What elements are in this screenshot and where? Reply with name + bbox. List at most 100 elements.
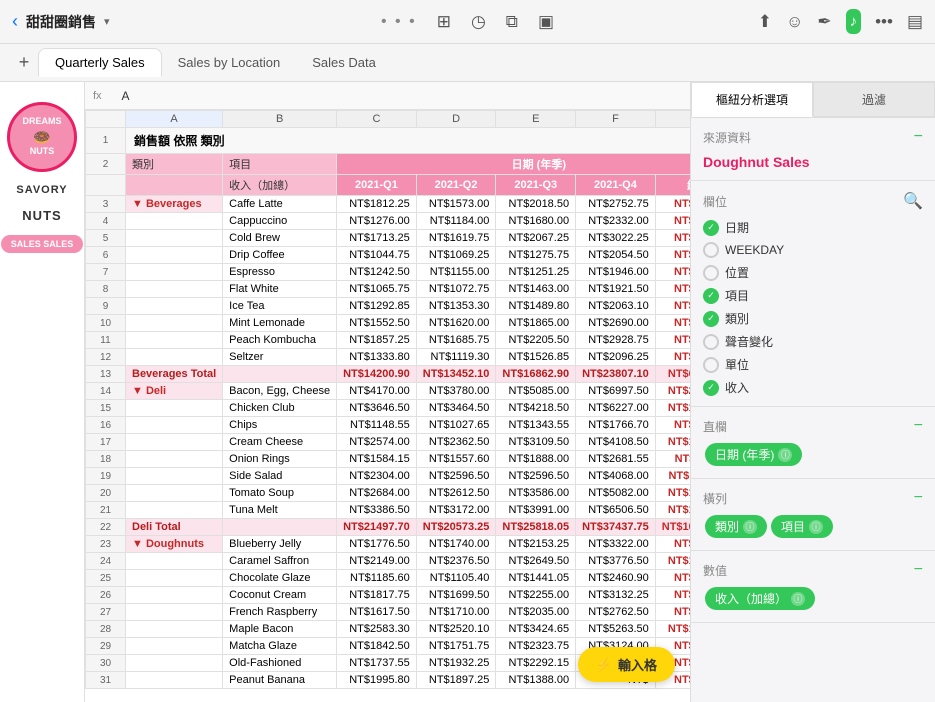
cell-q3[interactable]: NT$1680.00 [496, 213, 576, 230]
cell-total[interactable]: NT$7727.50 [655, 315, 690, 332]
cell-q1[interactable]: NT$14200.90 [337, 366, 417, 383]
cell-q3[interactable]: NT$25818.05 [496, 519, 576, 536]
cell-category[interactable]: ▼ Deli [126, 383, 223, 400]
col-header-b[interactable]: B [223, 111, 337, 128]
field-item[interactable]: 位置 [703, 264, 923, 281]
cell-q2[interactable]: NT$1897.25 [416, 672, 496, 689]
info-icon[interactable]: ⓘ [743, 520, 757, 534]
table-row[interactable]: 3▼ BeveragesCaffe LatteNT$1812.25NT$1573… [86, 196, 691, 213]
cell-item[interactable]: Cream Cheese [223, 434, 337, 451]
table-row[interactable]: 17Cream CheeseNT$2574.00NT$2362.50NT$310… [86, 434, 691, 451]
table-row[interactable]: 7EspressoNT$1242.50NT$1155.00NT$1251.25N… [86, 264, 691, 281]
cell-q4[interactable]: NT$37437.75 [576, 519, 656, 536]
table-row[interactable]: 10Mint LemonadeNT$1552.50NT$1620.00NT$18… [86, 315, 691, 332]
table-row[interactable]: 21Tuna MeltNT$3386.50NT$3172.00NT$3991.0… [86, 502, 691, 519]
field-item[interactable]: WEEKDAY [703, 242, 923, 258]
col-header-a[interactable]: A [126, 111, 223, 128]
cell-q3[interactable]: NT$1388.00 [496, 672, 576, 689]
fields-search-icon[interactable]: 🔍 [903, 191, 923, 211]
cell-item[interactable]: Side Salad [223, 468, 337, 485]
col-header-f[interactable]: F [576, 111, 656, 128]
cell-q1[interactable]: NT$1185.60 [337, 570, 417, 587]
sheet-scroll[interactable]: A B C D E F G 1 銷售額 依照 類別 [85, 110, 690, 702]
cell-q1[interactable]: NT$1713.25 [337, 230, 417, 247]
table-row[interactable]: 12SeltzerNT$1333.80NT$1119.30NT$1526.85N… [86, 349, 691, 366]
tab-sales-data[interactable]: Sales Data [296, 49, 392, 76]
cell-item[interactable]: Caffe Latte [223, 196, 337, 213]
info-icon[interactable]: ⓘ [778, 448, 792, 462]
cell-category[interactable] [126, 638, 223, 655]
cell-q4[interactable]: NT$1921.50 [576, 281, 656, 298]
cell-q1[interactable]: NT$2149.00 [337, 553, 417, 570]
cell-item[interactable]: French Raspberry [223, 604, 337, 621]
brush-icon[interactable]: ✒ [817, 12, 831, 32]
cell-item[interactable]: Flat White [223, 281, 337, 298]
cell-total[interactable]: NT$5523.00 [655, 281, 690, 298]
cell-item[interactable]: Espresso [223, 264, 337, 281]
table-row[interactable]: 18Onion RingsNT$1584.15NT$1557.60NT$1888… [86, 451, 691, 468]
cell-q4[interactable]: NT$2054.50 [576, 247, 656, 264]
cell-item[interactable]: Chicken Club [223, 400, 337, 417]
cell-category[interactable] [126, 264, 223, 281]
cell-q3[interactable]: NT$1251.25 [496, 264, 576, 281]
table-row[interactable]: 28Maple BaconNT$2583.30NT$2520.10NT$3424… [86, 621, 691, 638]
cell-item[interactable] [223, 366, 337, 383]
cell-item[interactable]: Seltzer [223, 349, 337, 366]
cell-item[interactable]: Blueberry Jelly [223, 536, 337, 553]
cell-total[interactable]: NT$6199.05 [655, 298, 690, 315]
cell-item[interactable]: Caramel Saffron [223, 553, 337, 570]
cell-q4[interactable]: NT$4108.50 [576, 434, 656, 451]
cell-total[interactable]: NT$12154.50 [655, 434, 690, 451]
table-row[interactable]: 11Peach KombuchaNT$1857.25NT$1685.75NT$2… [86, 332, 691, 349]
tab-sales-by-location[interactable]: Sales by Location [162, 49, 297, 76]
cell-q4[interactable]: NT$1946.00 [576, 264, 656, 281]
cell-total[interactable]: NT$7711.30 [655, 451, 690, 468]
field-item[interactable]: ✓類別 [703, 310, 923, 327]
layers-icon[interactable]: ⧉ [506, 12, 518, 32]
cell-q4[interactable]: NT$2681.55 [576, 451, 656, 468]
sidebar-icon[interactable]: ▤ [907, 12, 923, 32]
cell-q1[interactable]: NT$1148.55 [337, 417, 417, 434]
cell-category[interactable] [126, 349, 223, 366]
cell-q2[interactable]: NT$3464.50 [416, 400, 496, 417]
share-icon[interactable]: ⬆ [758, 12, 772, 32]
cell-q1[interactable]: NT$1995.80 [337, 672, 417, 689]
cell-q2[interactable]: NT$20573.25 [416, 519, 496, 536]
value-zone-tag[interactable]: 收入（加總） ⓘ [705, 587, 815, 610]
cell-category[interactable] [126, 621, 223, 638]
cell-q3[interactable]: NT$2255.00 [496, 587, 576, 604]
cell-q3[interactable]: NT$2323.75 [496, 638, 576, 655]
panel-tab-pivot[interactable]: 樞紐分析選項 [691, 82, 813, 117]
cell-q3[interactable]: NT$1343.55 [496, 417, 576, 434]
field-checkbox[interactable]: ✓ [703, 380, 719, 396]
cell-q2[interactable]: NT$3172.00 [416, 502, 496, 519]
cell-q2[interactable]: NT$13452.10 [416, 366, 496, 383]
cell-q4[interactable]: NT$2762.50 [576, 604, 656, 621]
cell-category[interactable] [126, 230, 223, 247]
cell-category[interactable] [126, 655, 223, 672]
table-row[interactable]: 8Flat WhiteNT$1065.75NT$1072.75NT$1463.0… [86, 281, 691, 298]
cell-category[interactable]: Deli Total [126, 519, 223, 536]
cols-minus-icon[interactable]: − [914, 417, 923, 435]
cell-q2[interactable]: NT$1619.75 [416, 230, 496, 247]
table-row[interactable]: 26Coconut CreamNT$1817.75NT$1699.50NT$22… [86, 587, 691, 604]
panel-tab-filter[interactable]: 過濾 [813, 82, 935, 117]
cell-q3[interactable]: NT$16862.90 [496, 366, 576, 383]
cell-q3[interactable]: NT$2596.50 [496, 468, 576, 485]
cell-total[interactable]: NT$8904.50 [655, 587, 690, 604]
cell-q4[interactable]: NT$6227.00 [576, 400, 656, 417]
cell-q3[interactable]: NT$2067.25 [496, 230, 576, 247]
table-row[interactable]: 22Deli TotalNT$21497.70NT$20573.25NT$258… [86, 519, 691, 536]
cell-q2[interactable]: NT$2520.10 [416, 621, 496, 638]
cell-q3[interactable]: NT$1489.80 [496, 298, 576, 315]
source-minus-icon[interactable]: − [914, 128, 923, 146]
cell-q1[interactable]: NT$1817.75 [337, 587, 417, 604]
field-checkbox[interactable] [703, 242, 719, 258]
clock-icon[interactable]: ◷ [471, 12, 486, 32]
table-row[interactable]: 24Caramel SaffronNT$2149.00NT$2376.50NT$… [86, 553, 691, 570]
field-checkbox[interactable]: ✓ [703, 288, 719, 304]
cell-category[interactable] [126, 587, 223, 604]
field-checkbox[interactable] [703, 334, 719, 350]
table-row[interactable]: 20Tomato SoupNT$2684.00NT$2612.50NT$3586… [86, 485, 691, 502]
cell-q4[interactable]: NT$3022.25 [576, 230, 656, 247]
